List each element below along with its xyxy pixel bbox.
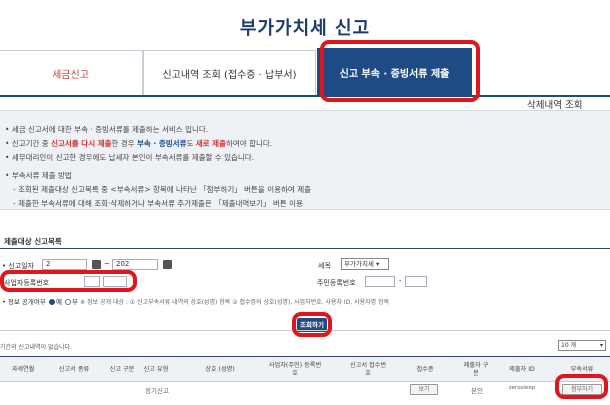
tab-label: 신고 부속 · 증빙서류 제출 [339,69,450,80]
col-receipt: 접수증 [416,366,434,373]
result-divider [0,330,610,331]
tab-underline [0,95,610,97]
table-header: 과세연월 신고서 종류 신고 구분 신고 유형 상호 (성명) 사업자(주민) … [0,356,610,382]
col-registration-no: 사업자(주민) 등록번호 [268,362,322,377]
tab-tax-report[interactable]: 세금신고 [0,50,143,96]
page-title: 부가가치세 신고 [239,18,371,39]
biz-no-input-2[interactable] [103,276,127,287]
col-receipt-no: 신고서 접수번호 [349,362,387,377]
chevron-down-icon: ▾ [375,260,380,268]
section-divider [0,248,610,249]
col-company-name: 상호 (성명) [205,366,235,373]
report-date-label: • 신고일자 [2,262,35,270]
tax-item-label: 세목 [318,262,331,270]
radio-disclosure-yes[interactable] [48,299,55,305]
cell-submitter-id: zerosleep [508,385,536,391]
notice-method-1: - 조회된 제출대상 신고목록 중 <부속서류> 항목에 나타난 「첨부하기」 … [13,185,311,194]
date-from-input[interactable]: 2 [42,259,87,270]
chevron-down-icon: ▾ [599,342,603,349]
resident-no-separator: - [399,277,402,285]
tab-report-history[interactable]: 신고내역 조회 (접수증 · 납부서) [143,50,316,96]
biz-no-input-1[interactable] [84,276,100,287]
notice-line: • 세무대리인이 신고한 경우에도 납세자 본인이 부속서류를 제출할 수 있습… [5,153,255,162]
biz-no-label: 사업자등록번호 [4,279,50,287]
cell-report-type: 정기신고 [145,387,169,395]
notice-box: • 세금 신고서에 대한 부속 · 증빙서류를 제출하는 서비스 입니다. • … [0,110,610,210]
receipt-view-button[interactable]: 보기 [410,384,438,395]
radio-disclosure-no[interactable] [65,299,71,305]
notice-method-2: - 제출한 부속서류에 대해 조회·삭제하거나 부속서류 추가제출은 「제출내역… [13,199,303,208]
col-form-type: 신고서 종류 [58,366,90,373]
tab-attachment-submit[interactable]: 신고 부속 · 증빙서류 제출 [317,48,472,96]
tax-item-select[interactable]: 부가가치세 ▾ [341,258,389,270]
col-report-division: 신고 구분 [109,366,135,373]
tab-bar: 세금신고 신고내역 조회 (접수증 · 납부서) 신고 부속 · 증빙서류 제출 [0,48,610,96]
resident-no-input-2[interactable] [405,276,427,287]
disclosure-row: • 정보 공개여부 예 부 ※ 정보 공개 대상 : ① 신고부속서류 내역의 … [2,298,390,306]
result-count: 기간의 신고내역이 없습니다. [0,344,72,351]
cell-submitter: 본인 [471,387,483,395]
date-to-input[interactable]: 202 [112,259,158,270]
resident-no-label: 주민등록번호 [317,279,356,287]
date-separator: ~ [104,260,110,268]
col-attachment: 부속서류 [570,366,594,373]
resident-no-input-1[interactable] [365,276,395,287]
attach-button[interactable]: 첨부하기 [562,384,602,395]
tab-label: 신고내역 조회 (접수증 · 납부서) [162,70,297,81]
col-submitter-id: 제출자 ID [509,366,535,373]
calendar-icon[interactable] [163,260,172,269]
page-size-select[interactable]: 10 개 ▾ [558,340,606,351]
notice-line: • 세금 신고서에 대한 부속 · 증빙서류를 제출하는 서비스 입니다. [5,125,209,134]
deleted-history-link[interactable]: 삭제내역 조회 [527,97,582,111]
col-submitter: 제출자 구분 [463,362,489,377]
notice-method-title: • 부속서류 제출 방법 [5,171,72,180]
tab-label: 세금신고 [52,70,89,81]
calendar-icon[interactable] [92,260,101,269]
section-title: 제출대상 신고목록 [4,237,62,246]
col-tax-period: 과세연월 [11,366,35,373]
table-row: 정기신고 보기 본인 zerosleep 첨부하기 [0,382,610,398]
notice-line: • 신고기간 중 신고서를 다시 제출한 경우 부속 · 증빙서류도 새로 제출… [5,139,273,148]
col-report-kind: 신고 유형 [143,366,169,373]
